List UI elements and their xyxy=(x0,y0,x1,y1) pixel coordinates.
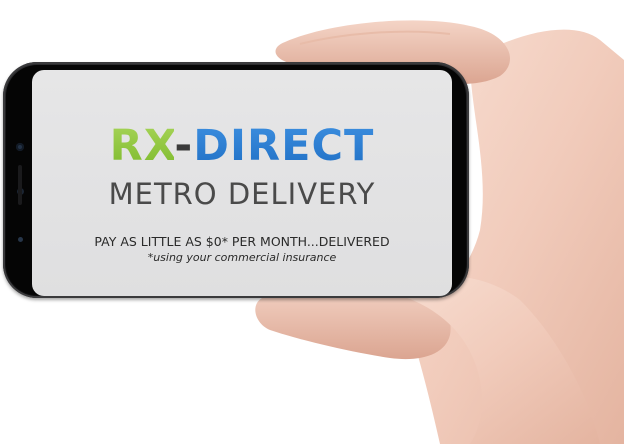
logo-rx: RX xyxy=(109,121,175,171)
rx-direct-logo: RX-DIRECT xyxy=(32,122,452,170)
phone-bezel: RX-DIRECT METRO DELIVERY PAY AS LITTLE A… xyxy=(6,65,466,296)
speaker-grille xyxy=(18,165,22,205)
smartphone: RX-DIRECT METRO DELIVERY PAY AS LITTLE A… xyxy=(3,62,469,298)
subtitle: METRO DELIVERY xyxy=(108,177,376,211)
sensor-dot-icon xyxy=(18,237,23,242)
insurance-note: *using your commercial insurance xyxy=(147,251,337,264)
camera-lens-icon xyxy=(16,143,24,151)
logo-dash: - xyxy=(174,121,194,171)
ad-image: RX-DIRECT METRO DELIVERY PAY AS LITTLE A… xyxy=(0,0,624,444)
tagline: PAY AS LITTLE AS $0* PER MONTH...DELIVER… xyxy=(94,234,390,249)
logo-direct: DIRECT xyxy=(193,121,375,171)
phone-screen: RX-DIRECT METRO DELIVERY PAY AS LITTLE A… xyxy=(32,70,452,296)
